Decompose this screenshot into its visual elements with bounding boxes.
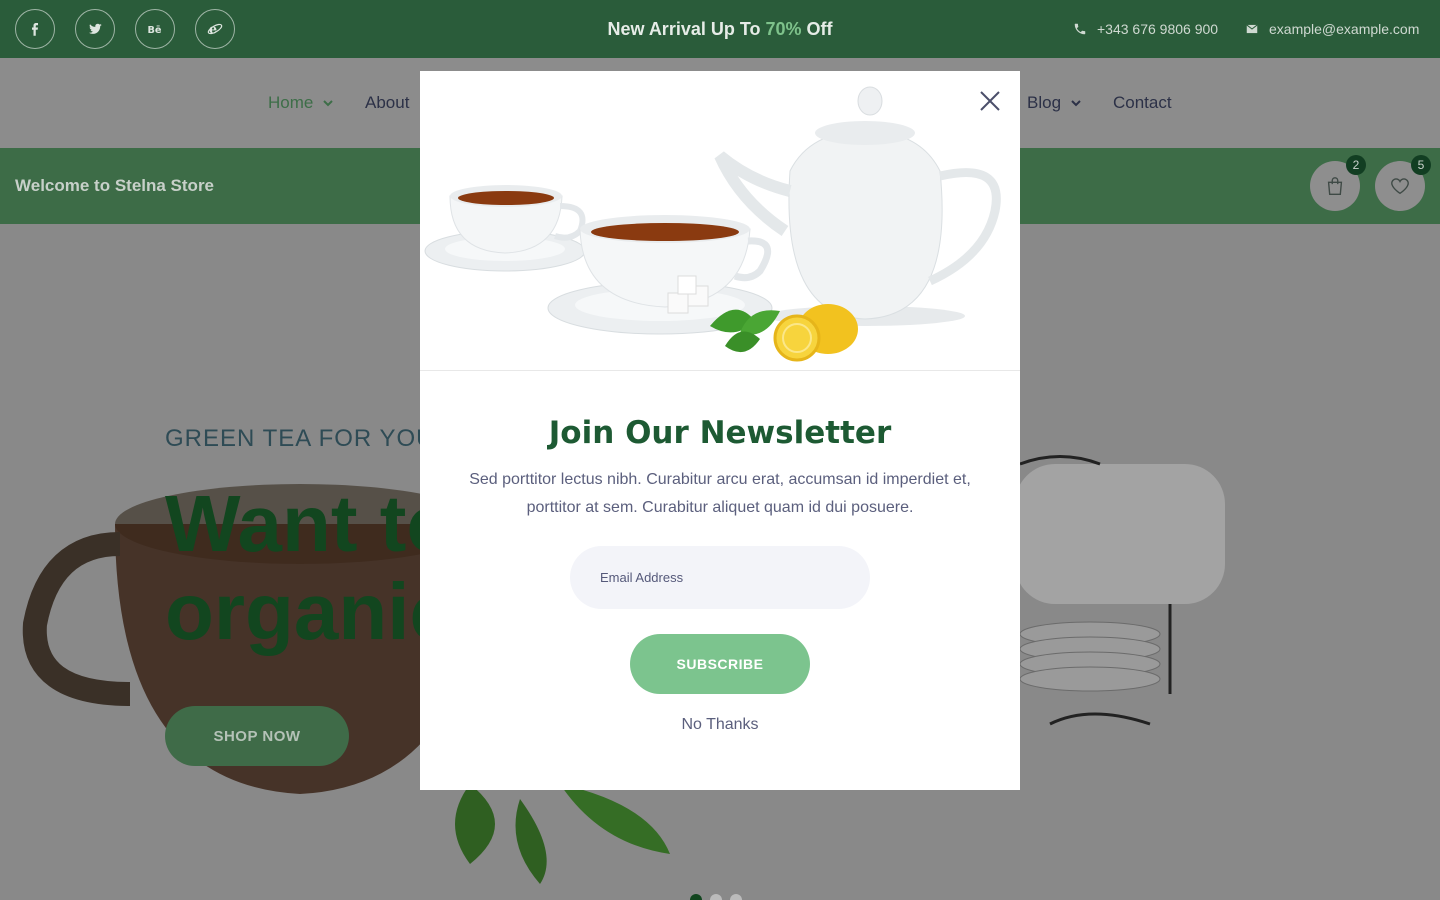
phone-contact[interactable]: +343 676 9806 900 — [1073, 0, 1218, 58]
email-field[interactable] — [570, 546, 870, 609]
behance-link[interactable]: Bē — [135, 9, 175, 49]
email-contact[interactable]: example@example.com — [1245, 0, 1419, 58]
slider-dot[interactable] — [710, 894, 722, 900]
hero-subtitle: GREEN TEA FOR YOU — [165, 425, 435, 452]
cart-button[interactable]: 2 — [1310, 155, 1366, 211]
slider-dot[interactable] — [690, 894, 702, 900]
shop-now-button[interactable]: SHOP NOW — [165, 706, 349, 766]
facebook-link[interactable] — [15, 9, 55, 49]
nav-item-label: Contact — [1113, 93, 1172, 112]
envelope-icon — [1246, 24, 1258, 34]
nav-item-label: About — [365, 93, 410, 112]
nav-item-about[interactable]: About — [365, 58, 409, 148]
internet-explorer-icon: e — [207, 23, 223, 38]
nav-item-blog[interactable]: Blog — [1027, 58, 1081, 148]
phone-icon — [1074, 23, 1086, 35]
shopping-bag-icon — [1327, 177, 1343, 195]
internet-explorer-link[interactable]: e — [195, 9, 235, 49]
nav-item-label: Home — [268, 93, 314, 112]
svg-text:Bē: Bē — [148, 25, 162, 36]
hero-title-line: Want to — [165, 479, 456, 568]
subscribe-button[interactable]: SUBSCRIBE — [630, 634, 810, 694]
wishlist-count-badge: 5 — [1411, 155, 1431, 175]
nav-item-label: Blog — [1027, 93, 1062, 112]
modal-close-button[interactable] — [975, 86, 1005, 116]
hero-title-line: organic — [165, 567, 454, 656]
behance-icon: Bē — [148, 25, 162, 36]
modal-description: Sed porttitor lectus nibh. Curabitur arc… — [469, 471, 971, 516]
no-thanks-link[interactable]: No Thanks — [620, 716, 820, 734]
email-address: example@example.com — [1269, 21, 1420, 37]
nav-item-contact[interactable]: Contact — [1113, 58, 1172, 148]
welcome-text: Welcome to Stelna Store — [15, 176, 215, 195]
cart-count-badge: 2 — [1346, 155, 1366, 175]
twitter-link[interactable] — [75, 9, 115, 49]
tea-set-image — [424, 86, 1001, 362]
heart-icon — [1391, 178, 1409, 195]
modal-title: Join Our Newsletter — [548, 415, 892, 451]
chevron-down-icon — [323, 100, 334, 107]
hero-title: Want to organic — [165, 480, 455, 656]
slider-dot[interactable] — [730, 894, 742, 900]
phone-number: +343 676 9806 900 — [1097, 21, 1219, 37]
modal-divider — [420, 370, 1020, 371]
close-icon — [980, 91, 1000, 111]
nav-item-home[interactable]: Home — [268, 58, 334, 148]
facebook-icon — [32, 23, 38, 36]
chevron-down-icon — [1071, 100, 1081, 107]
twitter-icon — [89, 23, 102, 34]
wishlist-button[interactable]: 5 — [1375, 155, 1431, 211]
slider-dots — [690, 894, 742, 900]
